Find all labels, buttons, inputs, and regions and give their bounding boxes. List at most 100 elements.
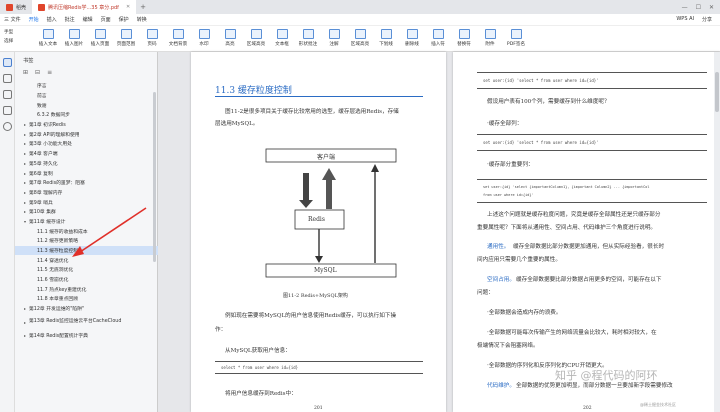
bookmark-item[interactable]: 11.7 热点key重建优化: [15, 284, 158, 294]
bookmark-item[interactable]: 11.3 缓存粒度控制: [15, 245, 158, 256]
bookmark-item[interactable]: ▸ 第8章 理解内存: [15, 188, 158, 198]
expand-caret-icon[interactable]: ▸: [21, 209, 29, 214]
expand-caret-icon[interactable]: ▸: [21, 190, 29, 195]
search-icon[interactable]: [3, 122, 12, 131]
code-line: select * from user where id={id}: [221, 365, 299, 370]
ribbon-button[interactable]: 形状批注: [296, 29, 320, 47]
thumbnail-icon[interactable]: [3, 74, 12, 83]
bookmark-label: 序言: [37, 84, 47, 90]
expand-caret-icon[interactable]: ▸: [21, 333, 29, 338]
expand-caret-icon[interactable]: ▸: [21, 151, 29, 156]
bookmark-item[interactable]: 序言: [15, 81, 158, 91]
menu-item[interactable]: 保护: [119, 16, 129, 23]
expand-caret-icon[interactable]: ▸: [21, 320, 29, 325]
expand-caret-icon[interactable]: ▸: [21, 171, 29, 176]
new-tab-icon[interactable]: +: [136, 3, 150, 11]
ribbon-button[interactable]: 附件: [478, 29, 502, 47]
menu-item[interactable]: 编辑: [83, 16, 93, 23]
scroll-thumb[interactable]: [715, 72, 719, 112]
ribbon-button-label: 页码: [147, 42, 157, 47]
bookmark-item[interactable]: ▾ 第11章 缓存设计: [15, 217, 158, 227]
expand-all-icon[interactable]: ≡: [47, 69, 52, 76]
expand-caret-icon[interactable]: ▸: [21, 141, 29, 146]
ribbon-button[interactable]: 插入页面: [88, 29, 112, 47]
menu-item[interactable]: 批注: [65, 16, 75, 23]
attachment-icon[interactable]: [3, 106, 12, 115]
bookmark-item[interactable]: ▸ 第12章 开发运维的"陷阱": [15, 304, 158, 314]
bookmark-item[interactable]: ▸ 第14章 Redis配置统计字典: [15, 331, 158, 341]
close-window-icon[interactable]: ✕: [709, 4, 714, 11]
expand-caret-icon[interactable]: ▸: [21, 132, 29, 137]
tab-pdf-document[interactable]: 腾讯压缩Redis学...35 章分.pdf ✕: [32, 0, 137, 14]
ribbon-button[interactable]: 水印: [192, 29, 216, 47]
ribbon-button[interactable]: 插入图片: [62, 29, 86, 47]
paragraph: ·缓存全部列：: [487, 121, 523, 127]
ribbon-button[interactable]: 注解: [322, 29, 346, 47]
ribbon-button[interactable]: 文本框: [270, 29, 294, 47]
bookmark-item[interactable]: ▸ 第7章 Redis的噩梦：阻塞: [15, 178, 158, 188]
paragraph: 例如现在需要将MySQL的用户信息使用Redis缓存，可以执行如下操: [225, 313, 397, 319]
menu-item[interactable]: 三 文件: [4, 16, 21, 23]
annotation-icon[interactable]: [3, 90, 12, 99]
bookmark-label: 第12章 开发运维的"陷阱": [29, 307, 85, 313]
ribbon-tool-icon: [354, 29, 366, 39]
ribbon-button[interactable]: 区域高亮: [244, 29, 268, 47]
menu-item[interactable]: 转换: [137, 16, 147, 23]
menu-item[interactable]: 开始: [29, 16, 39, 23]
bookmark-item[interactable]: ▸ 第2章 API的理解和使用: [15, 129, 158, 139]
expand-caret-icon[interactable]: ▾: [21, 219, 29, 224]
maximize-icon[interactable]: ☐: [696, 4, 701, 11]
menu-right-item[interactable]: 分享: [702, 16, 712, 23]
bookmark-item[interactable]: ▸ 第6章 复制: [15, 168, 158, 178]
bookmark-item[interactable]: ▸ 第10章 集群: [15, 207, 158, 217]
document-scrollbar[interactable]: [714, 52, 720, 412]
ribbon-button[interactable]: 删除线: [400, 29, 424, 47]
add-bookmark-icon[interactable]: ⊞: [23, 69, 28, 76]
expand-caret-icon[interactable]: ▸: [21, 161, 29, 166]
ribbon-button[interactable]: 文档背景: [166, 29, 190, 47]
bookmark-item[interactable]: ▸ 第13章 Redis监控运维云平台CacheCloud: [15, 314, 158, 331]
bookmark-item[interactable]: ▸ 第4章 客户端: [15, 149, 158, 159]
ribbon-mode-button[interactable]: 选择: [4, 38, 34, 44]
expand-caret-icon[interactable]: ▸: [21, 200, 29, 205]
menu-right-item[interactable]: WPS AI: [676, 16, 694, 23]
bookmark-item[interactable]: 11.4 穿透优化: [15, 255, 158, 265]
expand-caret-icon[interactable]: ▸: [21, 180, 29, 185]
panel-scrollbar[interactable]: [153, 92, 156, 262]
panel-tools: ⊞ ⊟ ≡: [23, 69, 52, 76]
ribbon-button[interactable]: PDF签名: [504, 29, 528, 47]
ribbon-button[interactable]: 替换符: [452, 29, 476, 47]
bookmark-item[interactable]: 11.6 雪崩优化: [15, 275, 158, 285]
ribbon-button-label: 替换符: [457, 42, 471, 47]
bookmark-item[interactable]: 11.1 缓存的收益和成本: [15, 226, 158, 236]
ribbon-button[interactable]: 下划线: [374, 29, 398, 47]
ribbon-mode-button[interactable]: 手型: [4, 29, 34, 35]
ribbon-button[interactable]: 高亮: [218, 29, 242, 47]
bookmark-item[interactable]: ▸ 第9章 哨兵: [15, 197, 158, 207]
ribbon-button[interactable]: 插入符: [426, 29, 450, 47]
expand-caret-icon[interactable]: ▸: [21, 306, 29, 311]
bookmark-item[interactable]: 11.8 本章重点回顾: [15, 294, 158, 304]
tab-daoke[interactable]: 稻壳: [0, 0, 32, 14]
bookmark-item[interactable]: ▸ 第3章 小功能大用处: [15, 139, 158, 149]
expand-caret-icon[interactable]: ▸: [21, 122, 29, 127]
minimize-icon[interactable]: —: [682, 4, 688, 11]
ribbon-button[interactable]: 区域高亮: [348, 29, 372, 47]
delete-bookmark-icon[interactable]: ⊟: [35, 69, 40, 76]
bookmark-item[interactable]: ▸ 第1章 初识Redis: [15, 120, 158, 130]
menu-item[interactable]: 页面: [101, 16, 111, 23]
ribbon-button[interactable]: 页面范围: [114, 29, 138, 47]
bookmark-item[interactable]: 前言: [15, 91, 158, 101]
bookmark-item[interactable]: 致谢: [15, 100, 158, 110]
menu-item[interactable]: 插入: [47, 16, 57, 23]
ribbon-button-label: 区域高亮: [350, 42, 370, 47]
close-tab-icon[interactable]: ✕: [126, 4, 130, 10]
bookmark-item[interactable]: 11.5 无底洞优化: [15, 265, 158, 275]
ribbon-tool-icon: [276, 29, 288, 39]
bookmark-item[interactable]: ▸ 第5章 持久化: [15, 159, 158, 169]
ribbon-button[interactable]: 插入文本: [36, 29, 60, 47]
bookmark-item[interactable]: 11.2 缓存更新策略: [15, 236, 158, 246]
bookmark-item[interactable]: 6.3.2 数据同步: [15, 110, 158, 120]
bookmark-panel-icon[interactable]: [3, 58, 12, 67]
ribbon-button[interactable]: 页码: [140, 29, 164, 47]
